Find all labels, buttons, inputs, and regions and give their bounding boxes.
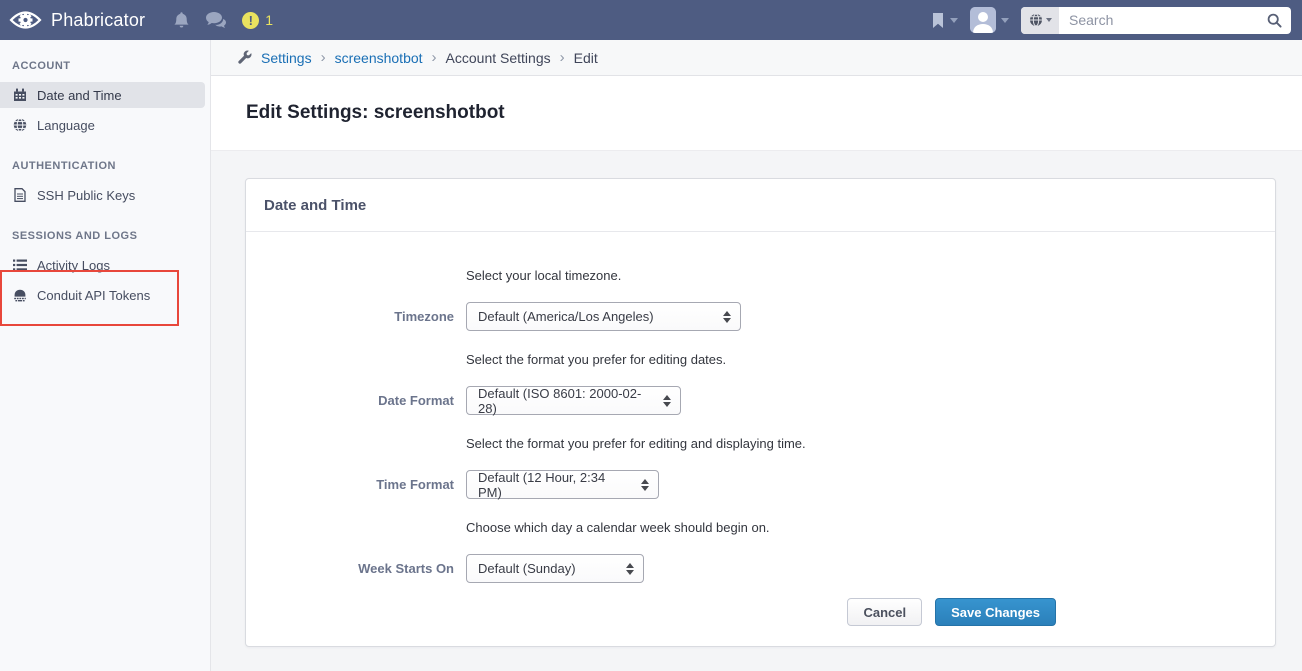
panel-header: Date and Time: [246, 179, 1275, 232]
sidebar-item-label: Language: [37, 118, 95, 133]
form-row-week-starts-on: Choose which day a calendar week should …: [246, 520, 1275, 583]
select-arrows-icon: [663, 395, 671, 407]
home-button[interactable]: Phabricator: [0, 8, 145, 32]
brand-title: Phabricator: [51, 10, 145, 31]
time-format-select[interactable]: Default (12 Hour, 2:34 PM): [466, 470, 659, 499]
breadcrumb-separator: ›: [321, 49, 326, 66]
week-starts-on-select[interactable]: Default (Sunday): [466, 554, 644, 583]
search-icon: [1267, 13, 1282, 28]
global-search: [1021, 7, 1291, 34]
selected-value: Default (12 Hour, 2:34 PM): [478, 470, 627, 500]
date-and-time-panel: Date and Time Select your local timezone…: [245, 178, 1276, 647]
sidebar-item-ssh-public-keys[interactable]: SSH Public Keys: [0, 182, 205, 208]
settings-sidebar: ACCOUNT Date and Time: [0, 40, 211, 671]
breadcrumb-link-settings[interactable]: Settings: [261, 50, 312, 66]
alert-count: 1: [265, 12, 273, 28]
globe-icon: [1029, 13, 1043, 27]
panel-title: Date and Time: [264, 197, 366, 214]
timezone-select[interactable]: Default (America/Los Angeles): [466, 302, 741, 331]
sidebar-section-authentication: AUTHENTICATION SSH Public Keys: [0, 160, 210, 208]
alerts-button[interactable]: ! 1: [242, 12, 273, 29]
time-format-label: Time Format: [246, 477, 454, 492]
timezone-label: Timezone: [246, 309, 454, 324]
form-buttons: Cancel Save Changes: [246, 598, 1275, 626]
sidebar-section-account: ACCOUNT Date and Time: [0, 60, 210, 138]
select-arrows-icon: [641, 479, 649, 491]
sidebar-item-label: Date and Time: [37, 88, 122, 103]
wrench-icon: [237, 50, 252, 65]
search-submit-button[interactable]: [1267, 13, 1291, 28]
form-row-timezone: Select your local timezone. Timezone Def…: [246, 268, 1275, 331]
calendar-icon: [12, 88, 27, 102]
bookmark-icon: [931, 12, 945, 29]
chevron-down-icon: [1001, 18, 1009, 23]
form-row-date-format: Select the format you prefer for editing…: [246, 352, 1275, 415]
breadcrumb-edit: Edit: [574, 50, 598, 66]
notifications-button[interactable]: [173, 11, 190, 29]
help-text: Choose which day a calendar week should …: [466, 520, 1275, 535]
sidebar-header: AUTHENTICATION: [12, 160, 210, 173]
breadcrumb-account-settings: Account Settings: [446, 50, 551, 66]
page-title: Edit Settings: screenshotbot: [246, 102, 505, 124]
messages-button[interactable]: [205, 11, 227, 29]
sidebar-item-activity-logs[interactable]: Activity Logs: [0, 252, 205, 278]
search-input[interactable]: [1059, 8, 1267, 33]
sidebar-header: SESSIONS AND LOGS: [12, 230, 210, 243]
date-format-label: Date Format: [246, 393, 454, 408]
sidebar-item-label: SSH Public Keys: [37, 188, 135, 203]
top-menu-bar: Phabricator ! 1: [0, 0, 1302, 40]
select-arrows-icon: [723, 311, 731, 323]
favorites-menu-button[interactable]: [931, 12, 958, 29]
week-starts-on-label: Week Starts On: [246, 561, 454, 576]
search-scope-button[interactable]: [1021, 7, 1059, 34]
save-changes-button[interactable]: Save Changes: [935, 598, 1056, 626]
sidebar-item-label: Activity Logs: [37, 258, 110, 273]
settings-form: Select your local timezone. Timezone Def…: [246, 232, 1275, 646]
sidebar-item-conduit-api-tokens[interactable]: Conduit API Tokens: [0, 282, 205, 308]
tty-icon: [12, 289, 27, 302]
cancel-button[interactable]: Cancel: [847, 598, 922, 626]
sidebar-item-language[interactable]: Language: [0, 112, 205, 138]
list-icon: [12, 259, 27, 271]
breadcrumb: Settings › screenshotbot › Account Setti…: [211, 40, 1302, 76]
exclamation-circle-icon: !: [242, 12, 259, 29]
sidebar-item-label: Conduit API Tokens: [37, 288, 150, 303]
main-content: Settings › screenshotbot › Account Setti…: [211, 40, 1302, 671]
help-text: Select your local timezone.: [466, 268, 1275, 283]
breadcrumb-separator: ›: [560, 49, 565, 66]
sidebar-item-date-and-time[interactable]: Date and Time: [0, 82, 205, 108]
chevron-down-icon: [950, 18, 958, 23]
phabricator-logo-icon: [9, 8, 42, 32]
profile-menu-button[interactable]: [970, 7, 1009, 33]
selected-value: Default (Sunday): [478, 561, 576, 576]
breadcrumb-separator: ›: [432, 49, 437, 66]
sidebar-header: ACCOUNT: [12, 60, 210, 73]
help-text: Select the format you prefer for editing…: [466, 436, 1275, 451]
bell-icon: [173, 11, 190, 29]
file-icon: [12, 188, 27, 202]
breadcrumb-link-screenshotbot[interactable]: screenshotbot: [335, 50, 423, 66]
selected-value: Default (ISO 8601: 2000-02-28): [478, 386, 649, 416]
globe-icon: [12, 118, 27, 132]
selected-value: Default (America/Los Angeles): [478, 309, 654, 324]
form-row-time-format: Select the format you prefer for editing…: [246, 436, 1275, 499]
chevron-down-icon: [1046, 18, 1052, 22]
select-arrows-icon: [626, 563, 634, 575]
comments-icon: [205, 11, 227, 29]
help-text: Select the format you prefer for editing…: [466, 352, 1275, 367]
page-header: Edit Settings: screenshotbot: [211, 76, 1302, 151]
date-format-select[interactable]: Default (ISO 8601: 2000-02-28): [466, 386, 681, 415]
sidebar-section-sessions-and-logs: SESSIONS AND LOGS Activity Logs: [0, 230, 210, 308]
avatar: [970, 7, 996, 33]
